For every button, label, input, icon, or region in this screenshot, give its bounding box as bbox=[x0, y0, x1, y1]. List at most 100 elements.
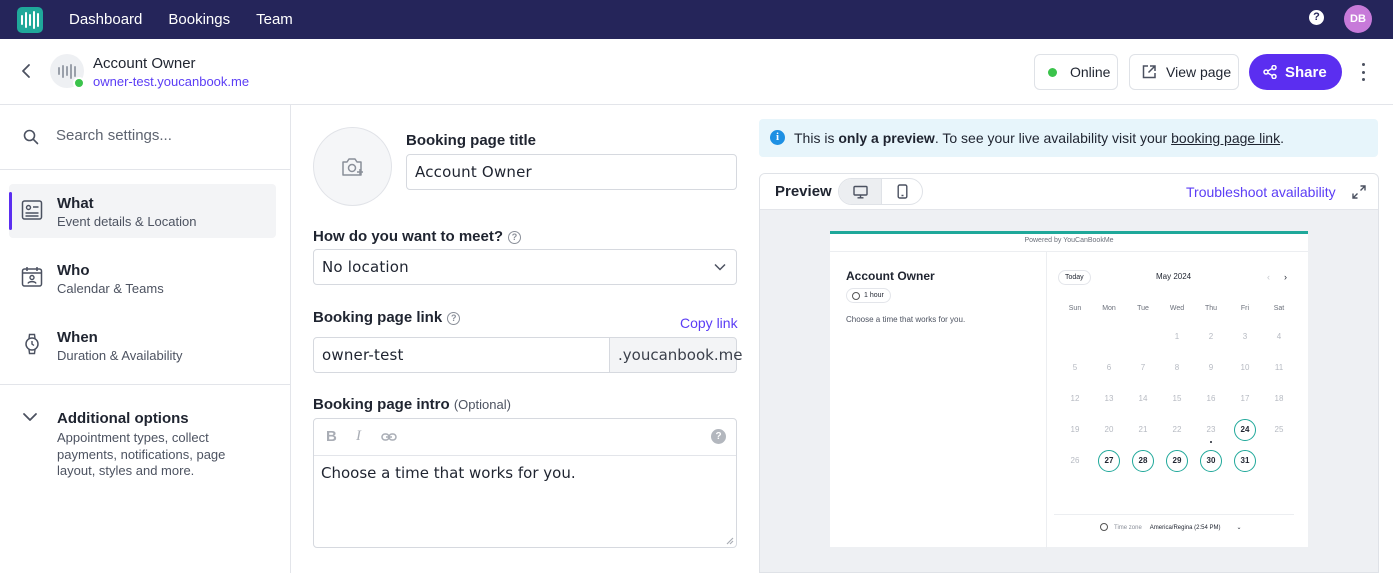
view-page-button[interactable]: View page bbox=[1129, 54, 1239, 90]
mini-divider bbox=[830, 251, 1308, 252]
nav-team[interactable]: Team bbox=[256, 11, 293, 28]
booking-page-link[interactable]: booking page link bbox=[1171, 130, 1280, 146]
mini-duration-badge: 1 hour bbox=[846, 288, 891, 303]
search-icon bbox=[23, 129, 39, 145]
mobile-view-button[interactable] bbox=[881, 179, 922, 204]
chevron-down-icon: ⌄ bbox=[1236, 525, 1242, 531]
italic-button[interactable]: I bbox=[356, 428, 361, 445]
link-icon[interactable] bbox=[381, 431, 397, 443]
calendar-day-available[interactable]: 28 bbox=[1132, 450, 1154, 472]
sidebar-item-when[interactable]: When Duration & Availability bbox=[9, 318, 276, 372]
app-logo-icon[interactable] bbox=[17, 6, 43, 33]
calendar-day: 9 bbox=[1208, 363, 1214, 372]
mini-timezone-divider bbox=[1054, 514, 1294, 515]
booking-link-domain-suffix: .youcanbook.me bbox=[609, 337, 742, 373]
weekday-header: Fri bbox=[1240, 305, 1250, 312]
additional-options-subtitle: Appointment types, collect payments, not… bbox=[57, 430, 226, 478]
expand-icon[interactable] bbox=[1352, 185, 1366, 199]
booking-intro-label-text: Booking page intro bbox=[313, 396, 450, 413]
page-header: Account Owner owner-test.youcanbook.me O… bbox=[0, 39, 1393, 105]
calendar-day: 23 bbox=[1200, 419, 1222, 443]
calendar-day: 2 bbox=[1208, 332, 1214, 341]
nav-dashboard[interactable]: Dashboard bbox=[69, 11, 142, 28]
calendar-day-available[interactable]: 27 bbox=[1098, 450, 1120, 472]
intro-text[interactable]: Choose a time that works for you. bbox=[321, 464, 576, 482]
booking-link-label-text: Booking page link bbox=[313, 309, 443, 326]
account-url-link[interactable]: owner-test.youcanbook.me bbox=[93, 74, 249, 89]
powered-by-label: Powered by YouCanBookMe bbox=[1024, 237, 1114, 244]
editor-help-icon[interactable]: ? bbox=[711, 429, 726, 444]
calendar-day-available[interactable]: 24 bbox=[1234, 419, 1256, 441]
back-arrow-icon[interactable] bbox=[18, 61, 34, 81]
add-photo-button[interactable] bbox=[313, 127, 392, 206]
globe-icon bbox=[1100, 523, 1108, 531]
timezone-value: America/Regina (2:54 PM) bbox=[1149, 525, 1221, 531]
calendar-day: 15 bbox=[1172, 394, 1182, 403]
question-icon[interactable]: ? bbox=[508, 231, 521, 244]
copy-link-button[interactable]: Copy link bbox=[680, 315, 738, 331]
bold-button[interactable]: B bbox=[326, 428, 337, 445]
sidebar-item-title: When bbox=[57, 329, 98, 346]
device-toggle bbox=[838, 178, 923, 205]
preview-notice: i This is only a preview. To see your li… bbox=[759, 119, 1378, 157]
calendar-day-available[interactable]: 31 bbox=[1234, 450, 1256, 472]
location-select-value: No location bbox=[322, 258, 409, 276]
share-icon bbox=[1263, 65, 1277, 79]
sidebar-item-who[interactable]: Who Calendar & Teams bbox=[9, 251, 276, 305]
calendar-day: 20 bbox=[1104, 425, 1114, 434]
optional-hint: (Optional) bbox=[453, 397, 511, 412]
booking-link-input[interactable]: owner-test bbox=[313, 337, 610, 373]
mini-today-button[interactable]: Today bbox=[1058, 270, 1091, 285]
calendar-day-available[interactable]: 30 bbox=[1200, 450, 1222, 472]
troubleshoot-availability-link[interactable]: Troubleshoot availability bbox=[1186, 184, 1336, 200]
question-icon[interactable]: ? bbox=[447, 312, 461, 325]
timezone-label: Time zone bbox=[1114, 525, 1142, 531]
id-card-icon bbox=[21, 200, 43, 220]
online-dot-icon bbox=[1048, 67, 1057, 77]
account-name: Account Owner bbox=[93, 55, 196, 72]
user-avatar[interactable]: DB bbox=[1344, 5, 1372, 33]
calendar-day: 18 bbox=[1274, 394, 1284, 403]
nav-bookings[interactable]: Bookings bbox=[168, 11, 230, 28]
sidebar-item-what[interactable]: What Event details & Location bbox=[9, 184, 276, 238]
next-month-icon[interactable]: › bbox=[1284, 272, 1287, 282]
location-select[interactable]: No location bbox=[313, 249, 737, 285]
mini-timezone[interactable]: Time zone America/Regina (2:54 PM) ⌄ bbox=[1114, 524, 1242, 531]
calendar-day: 26 bbox=[1070, 456, 1080, 465]
desktop-view-button[interactable] bbox=[839, 179, 881, 204]
resize-handle-icon[interactable] bbox=[724, 535, 734, 545]
calendar-day: 16 bbox=[1206, 394, 1216, 403]
sidebar-item-subtitle: Event details & Location bbox=[57, 214, 197, 229]
weekday-header: Wed bbox=[1169, 305, 1185, 312]
additional-options-title: Additional options bbox=[57, 410, 189, 427]
intro-rich-text-editor[interactable]: B I ? Choose a time that works for you. bbox=[313, 418, 737, 548]
calendar-day: 10 bbox=[1240, 363, 1250, 372]
booking-page-title-input[interactable]: Account Owner bbox=[406, 154, 737, 190]
top-nav: Dashboard Bookings Team ? DB bbox=[0, 0, 1393, 39]
help-icon[interactable]: ? bbox=[1309, 10, 1324, 25]
calendar-day: 12 bbox=[1070, 394, 1080, 403]
mini-column-divider bbox=[1046, 252, 1047, 550]
weekday-header: Sun bbox=[1068, 305, 1082, 312]
calendar-day: 4 bbox=[1276, 332, 1282, 341]
calendar-day: 14 bbox=[1138, 394, 1148, 403]
share-button[interactable]: Share bbox=[1249, 54, 1342, 90]
calendar-day: 17 bbox=[1240, 394, 1250, 403]
online-label: Online bbox=[1070, 64, 1111, 80]
search-settings-input[interactable] bbox=[56, 127, 276, 144]
mini-intro-text: Choose a time that works for you. bbox=[846, 315, 966, 324]
more-options-icon[interactable] bbox=[1359, 63, 1367, 81]
view-page-label: View page bbox=[1166, 64, 1232, 80]
booking-page-preview: Powered by YouCanBookMe Account Owner 1 … bbox=[830, 231, 1308, 550]
prev-month-icon[interactable]: ‹ bbox=[1267, 272, 1270, 282]
preview-header: Preview Troubleshoot availability bbox=[760, 174, 1378, 210]
sidebar-divider bbox=[0, 384, 290, 385]
settings-search bbox=[0, 105, 290, 170]
calendar-day-available[interactable]: 29 bbox=[1166, 450, 1188, 472]
online-status-button[interactable]: Online bbox=[1034, 54, 1118, 90]
calendar-day: 6 bbox=[1106, 363, 1112, 372]
mini-account-name: Account Owner bbox=[846, 269, 935, 283]
booking-link-label: Booking page link? bbox=[313, 309, 461, 326]
sidebar-item-subtitle: Duration & Availability bbox=[57, 348, 183, 363]
camera-plus-icon bbox=[341, 157, 363, 176]
